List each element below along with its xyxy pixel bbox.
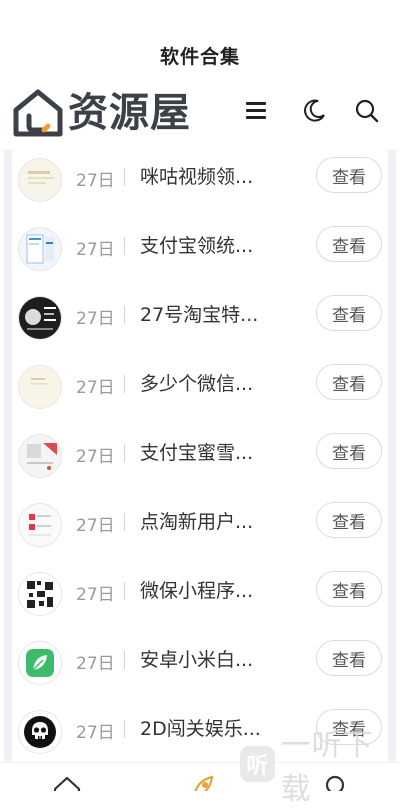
list-item[interactable]: 27日 点淘新用户... 查看 — [4, 493, 396, 562]
watermark-text: 一听下载 — [280, 728, 374, 807]
item-title[interactable]: 安卓小米白... — [140, 645, 253, 672]
alipay-thumb-icon — [18, 227, 62, 271]
list-item[interactable]: 27日 支付宝蜜雪... 查看 — [4, 424, 396, 493]
item-date: 27日 — [76, 654, 115, 674]
page-title: 软件合集 — [159, 46, 240, 68]
migu-thumb-icon — [18, 158, 62, 202]
weibao-thumb-icon — [18, 572, 62, 616]
taobao-thumb-icon — [18, 296, 62, 340]
view-button[interactable]: 查看 — [316, 364, 382, 400]
item-title[interactable]: 微保小程序... — [140, 576, 253, 603]
watermark: 听 一听下载 — [240, 728, 400, 807]
skull-thumb-icon — [18, 710, 62, 754]
moon-icon[interactable] — [299, 96, 329, 126]
leaf-thumb-icon — [18, 641, 62, 685]
site-logo[interactable]: 资源屋 — [10, 88, 191, 138]
list-item[interactable]: 27日 安卓小米白... 查看 — [4, 631, 396, 700]
menu-icon[interactable] — [241, 96, 271, 126]
item-title[interactable]: 2D闯关娱乐... — [140, 714, 261, 741]
item-title[interactable]: 咪咕视频领... — [140, 162, 253, 189]
house-logo-icon — [13, 89, 63, 137]
view-button[interactable]: 查看 — [316, 226, 382, 262]
view-button[interactable]: 查看 — [316, 157, 382, 193]
app-list: 27日 咪咕视频领... 查看 27日 支付宝领统... 查看 27日 27号淘… — [4, 150, 396, 762]
top-bar: 软件合集 资源屋 — [0, 0, 400, 150]
wechat-thumb-icon — [18, 365, 62, 409]
view-button[interactable]: 查看 — [316, 433, 382, 469]
item-title[interactable]: 支付宝领统... — [140, 231, 253, 258]
view-button[interactable]: 查看 — [316, 640, 382, 676]
logo-text: 资源屋 — [68, 90, 191, 136]
home-icon[interactable] — [51, 773, 83, 791]
item-title[interactable]: 27号淘宝特... — [140, 300, 258, 327]
item-date: 27日 — [76, 585, 115, 605]
item-date: 27日 — [76, 447, 115, 467]
item-title[interactable]: 多少个微信... — [140, 369, 253, 396]
search-icon[interactable] — [352, 96, 382, 126]
item-date: 27日 — [76, 516, 115, 536]
item-title[interactable]: 支付宝蜜雪... — [140, 438, 253, 465]
view-button[interactable]: 查看 — [316, 571, 382, 607]
view-button[interactable]: 查看 — [316, 295, 382, 331]
list-item[interactable]: 27日 多少个微信... 查看 — [4, 355, 396, 424]
list-item[interactable]: 27日 微保小程序... 查看 — [4, 562, 396, 631]
view-button[interactable]: 查看 — [316, 502, 382, 538]
item-date: 27日 — [76, 723, 115, 743]
item-date: 27日 — [76, 309, 115, 329]
item-title[interactable]: 点淘新用户... — [140, 507, 253, 534]
list-item[interactable]: 27日 支付宝领统... 查看 — [4, 217, 396, 286]
diantao-thumb-icon — [18, 503, 62, 547]
alipay-mixue-thumb-icon — [18, 434, 62, 478]
list-item[interactable]: 27日 咪咕视频领... 查看 — [4, 150, 396, 217]
list-item[interactable]: 27日 27号淘宝特... 查看 — [4, 286, 396, 355]
item-date: 27日 — [76, 240, 115, 260]
watermark-badge: 听 — [240, 746, 275, 782]
item-date: 27日 — [76, 378, 115, 398]
item-date: 27日 — [76, 171, 115, 191]
rocket-icon[interactable] — [186, 773, 218, 791]
